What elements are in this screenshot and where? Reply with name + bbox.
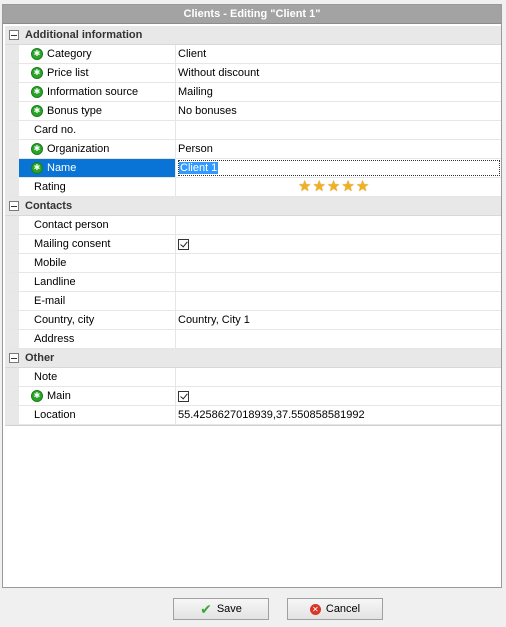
- main-checkbox[interactable]: [178, 390, 189, 402]
- card-no-value[interactable]: [176, 121, 501, 139]
- star-icon[interactable]: ★: [341, 179, 354, 194]
- mobile-value[interactable]: [176, 254, 501, 272]
- star-icon[interactable]: ★: [298, 179, 311, 194]
- row-label: Organization: [47, 143, 110, 155]
- cancel-icon: ✕: [309, 603, 321, 615]
- price-list-value[interactable]: Without discount: [176, 64, 501, 82]
- star-icon[interactable]: ★: [356, 179, 369, 194]
- required-star-icon: ✱: [31, 86, 43, 98]
- required-star-icon: ✱: [31, 390, 43, 402]
- editor-window: Clients - Editing "Client 1" Additional …: [2, 4, 502, 588]
- country-city-value[interactable]: Country, City 1: [176, 311, 501, 329]
- row-label: E-mail: [34, 295, 66, 307]
- required-star-icon: ✱: [31, 67, 43, 79]
- row-label: Bonus type: [47, 105, 103, 117]
- row-label: Price list: [47, 67, 89, 79]
- required-star-icon: ✱: [31, 48, 43, 60]
- row-label: Name: [47, 162, 77, 174]
- category-value[interactable]: Client: [176, 45, 501, 63]
- bonus-type-value[interactable]: No bonuses: [176, 102, 501, 120]
- required-star-icon: ✱: [31, 143, 43, 155]
- row-label: Mobile: [34, 257, 67, 269]
- row-label: Main: [47, 390, 71, 402]
- category-other[interactable]: Other: [5, 349, 501, 368]
- row-label: Contact person: [34, 219, 109, 231]
- row-note[interactable]: Note: [5, 368, 501, 387]
- row-bonus-type[interactable]: ✱ Bonus type No bonuses: [5, 102, 501, 121]
- contact-person-value[interactable]: [176, 216, 501, 234]
- row-label: Rating: [34, 181, 66, 193]
- row-main[interactable]: ✱ Main: [5, 387, 501, 406]
- email-value[interactable]: [176, 292, 501, 310]
- save-button[interactable]: ✔ Save: [173, 598, 269, 620]
- category-title: Other: [25, 352, 55, 364]
- row-category[interactable]: ✱ Category Client: [5, 45, 501, 64]
- note-value[interactable]: [176, 368, 501, 386]
- rating-stars[interactable]: ★ ★ ★ ★ ★: [298, 179, 370, 194]
- row-label: Location: [34, 409, 76, 421]
- collapse-icon[interactable]: [9, 30, 19, 40]
- required-star-icon: ✱: [31, 105, 43, 117]
- save-label: Save: [216, 603, 242, 615]
- row-mobile[interactable]: Mobile: [5, 254, 501, 273]
- cancel-label: Cancel: [325, 603, 361, 615]
- row-label: Mailing consent: [34, 238, 111, 250]
- category-contacts[interactable]: Contacts: [5, 197, 501, 216]
- category-title: Contacts: [25, 200, 73, 212]
- row-label: Information source: [47, 86, 139, 98]
- star-icon[interactable]: ★: [327, 179, 340, 194]
- row-organization[interactable]: ✱ Organization Person: [5, 140, 501, 159]
- category-additional-information[interactable]: Additional information: [5, 26, 501, 45]
- checkmark-icon: ✔: [200, 600, 212, 617]
- name-input[interactable]: Client 1: [178, 160, 500, 176]
- dialog-footer: ✔ Save ✕ Cancel: [0, 588, 506, 627]
- row-landline[interactable]: Landline: [5, 273, 501, 292]
- star-icon[interactable]: ★: [312, 179, 325, 194]
- row-price-list[interactable]: ✱ Price list Without discount: [5, 64, 501, 83]
- required-star-icon: ✱: [31, 162, 43, 174]
- information-source-value[interactable]: Mailing: [176, 83, 501, 101]
- mailing-consent-checkbox[interactable]: [178, 238, 189, 250]
- landline-value[interactable]: [176, 273, 501, 291]
- organization-value[interactable]: Person: [176, 140, 501, 158]
- row-label: Country, city: [34, 314, 95, 326]
- row-information-source[interactable]: ✱ Information source Mailing: [5, 83, 501, 102]
- row-label: Landline: [34, 276, 76, 288]
- row-contact-person[interactable]: Contact person: [5, 216, 501, 235]
- row-address[interactable]: Address: [5, 330, 501, 349]
- collapse-icon[interactable]: [9, 353, 19, 363]
- row-email[interactable]: E-mail: [5, 292, 501, 311]
- location-value[interactable]: 55.4258627018939,37.550858581992: [176, 406, 501, 424]
- row-card-no[interactable]: Card no.: [5, 121, 501, 140]
- row-label: Category: [47, 48, 92, 60]
- row-country-city[interactable]: Country, city Country, City 1: [5, 311, 501, 330]
- window-title: Clients - Editing "Client 1": [3, 5, 501, 24]
- row-label: Note: [34, 371, 58, 383]
- row-location[interactable]: Location 55.4258627018939,37.55085858199…: [5, 406, 501, 425]
- row-name[interactable]: ✱ Name Client 1: [5, 159, 501, 178]
- category-title: Additional information: [25, 29, 143, 41]
- cancel-button[interactable]: ✕ Cancel: [287, 598, 383, 620]
- name-input-text[interactable]: Client 1: [179, 162, 219, 174]
- collapse-icon[interactable]: [9, 201, 19, 211]
- address-value[interactable]: [176, 330, 501, 348]
- row-rating[interactable]: Rating ★ ★ ★ ★ ★: [5, 178, 501, 197]
- row-label: Address: [34, 333, 75, 345]
- row-mailing-consent[interactable]: Mailing consent: [5, 235, 501, 254]
- row-label: Card no.: [34, 124, 77, 136]
- property-grid: Additional information ✱ Category Client …: [5, 26, 501, 426]
